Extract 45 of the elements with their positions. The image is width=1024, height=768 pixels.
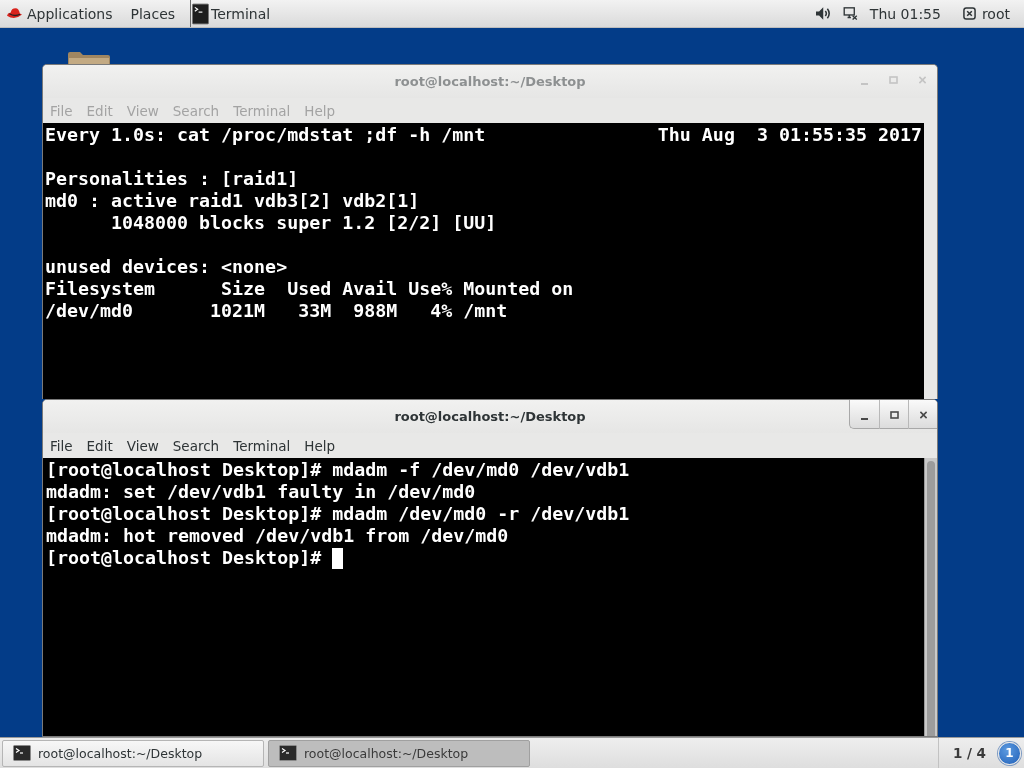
taskbar-item[interactable]: root@localhost:~/Desktop <box>2 739 264 767</box>
folder-icon[interactable] <box>66 50 110 64</box>
terminal-line: Personalities : [raid1] <box>45 168 299 190</box>
user-menu[interactable]: root <box>952 0 1010 27</box>
menu-item[interactable]: Help <box>297 433 343 458</box>
window-title: root@localhost:~/Desktop <box>394 74 586 89</box>
terminal-line: [root@localhost Desktop]# mdadm /dev/md0 -r /dev/vdb1 <box>46 503 630 525</box>
window-title: root@localhost:~/Desktop <box>394 409 586 424</box>
terminal-line: unused devices: <none> <box>45 256 288 278</box>
app-menu[interactable]: Terminal <box>190 0 280 27</box>
minimize-icon <box>861 417 868 420</box>
places-menu[interactable]: Places <box>121 0 185 27</box>
terminal-line: 1048000 blocks super 1.2 [2/2] [UU] <box>110 212 497 234</box>
menu-item[interactable]: View <box>119 433 166 458</box>
terminal-line: md0 : active raid1 vdb3[2] vdb2[1] <box>45 190 420 212</box>
terminal-line: [root@localhost Desktop]# <box>46 547 322 569</box>
speaker-icon[interactable] <box>815 7 831 20</box>
menu-item[interactable]: Edit <box>79 433 120 458</box>
hat-icon <box>7 8 22 19</box>
applications-menu[interactable]: Applications <box>0 0 122 27</box>
watch-command: Every 1.0s: cat /proc/mdstat ;df -h /mnt <box>45 124 486 146</box>
terminal-icon <box>192 2 210 25</box>
clock[interactable]: Thu 01:55 <box>869 0 953 27</box>
menu-item[interactable]: Search <box>165 433 227 458</box>
taskbar-item[interactable]: root@localhost:~/Desktop <box>268 739 530 767</box>
maximize-icon <box>889 75 898 84</box>
terminal-line: /dev/md0 1021M 33M 988M 4% /mnt <box>45 300 508 322</box>
terminal-line: [root@localhost Desktop]# mdadm -f /dev/md0 /dev/vdb1 <box>46 459 630 481</box>
monitor-icon[interactable] <box>842 7 858 20</box>
close-icon <box>918 75 927 84</box>
terminal-icon <box>279 745 297 761</box>
terminal-line: mdadm: set /dev/vdb1 faulty in /dev/md0 <box>46 481 476 503</box>
scrollbar-thumb[interactable] <box>927 461 935 736</box>
terminal-screen[interactable] <box>43 458 924 736</box>
minimize-icon <box>861 82 868 85</box>
menu-item[interactable]: File <box>43 433 80 458</box>
workspace-switcher[interactable]: 1 / 4 <box>937 738 998 768</box>
close-icon <box>918 410 928 419</box>
terminal-line: mdadm: hot removed /dev/vdb1 from /dev/md0 <box>46 525 509 547</box>
watch-timestamp: Thu Aug 3 01:55:35 2017 <box>657 124 922 146</box>
square-x-icon <box>962 7 976 20</box>
terminal-icon <box>13 745 31 761</box>
menu-item[interactable]: Terminal <box>226 433 298 458</box>
maximize-icon <box>889 410 899 419</box>
terminal-line: Filesystem Size Used Avail Use% Mounted on <box>45 278 574 300</box>
